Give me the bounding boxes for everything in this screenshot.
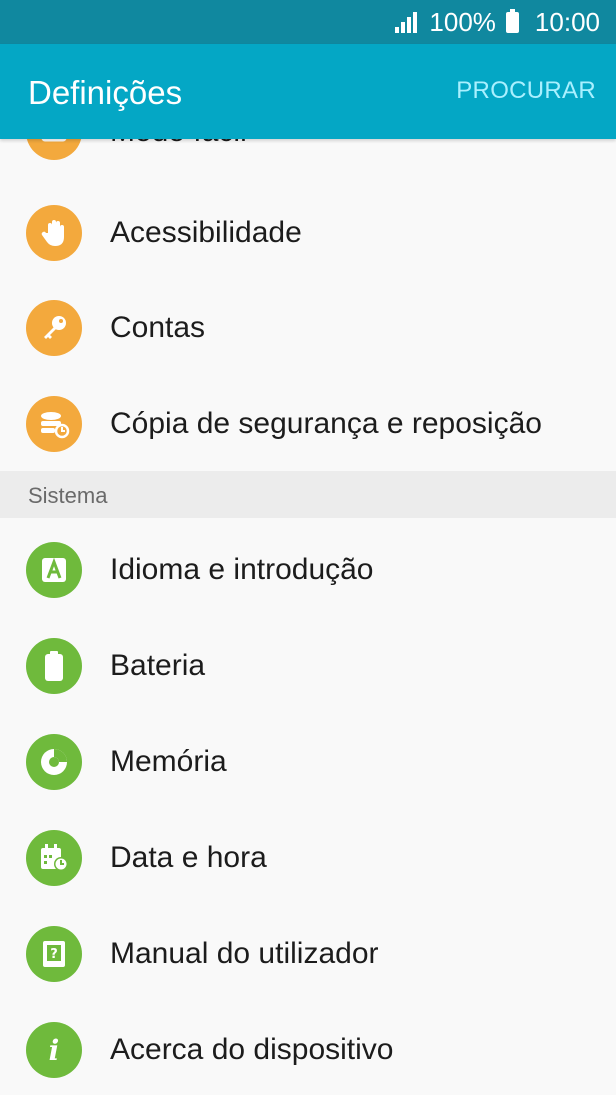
list-item-label: Idioma e introdução — [110, 553, 374, 586]
list-item-label: Memória — [110, 745, 227, 778]
page-title: Definições — [28, 74, 183, 111]
list-item-label: Contas — [110, 311, 206, 344]
list-item-accounts[interactable]: Contas — [0, 280, 616, 376]
list-item-accessibility[interactable]: Acessibilidade — [0, 185, 616, 281]
battery-status-icon — [505, 8, 519, 33]
signal-icon — [393, 11, 418, 33]
calendar-clock-icon — [26, 830, 82, 886]
list-item-user-manual[interactable]: ? Manual do utilizador — [0, 906, 616, 1002]
list-item-label: Bateria — [110, 649, 206, 682]
battery-percent: 100% — [429, 6, 496, 37]
manual-icon: ? — [26, 926, 82, 982]
list-item-battery[interactable]: Bateria — [0, 618, 616, 714]
svg-text:i: i — [49, 1035, 60, 1065]
storage-icon — [26, 734, 82, 790]
status-bar: 100% 10:00 — [0, 0, 616, 44]
list-item-label: Manual do utilizador — [110, 937, 379, 970]
list-item-backup-reset[interactable]: Cópia de segurança e reposição — [0, 376, 616, 472]
key-icon — [26, 300, 82, 356]
section-header-system: Sistema — [0, 471, 616, 518]
settings-list[interactable]: Modo fácil Acessibilidade Contas Cópia d… — [0, 139, 616, 1095]
easy-mode-icon — [26, 139, 82, 160]
clock: 10:00 — [534, 6, 600, 37]
list-item-language-input[interactable]: Idioma e introdução — [0, 522, 616, 618]
app-bar: Definições PROCURAR — [0, 44, 616, 139]
list-item-label: Cópia de segurança e reposição — [110, 407, 542, 440]
battery-icon — [26, 638, 82, 694]
list-item-label: Acerca do dispositivo — [110, 1033, 394, 1066]
svg-text:?: ? — [50, 947, 58, 962]
language-icon — [26, 542, 82, 598]
hand-icon — [26, 205, 82, 261]
section-title: Sistema — [28, 483, 108, 508]
search-button[interactable]: PROCURAR — [456, 77, 596, 105]
info-icon: i — [26, 1022, 82, 1078]
list-item-label: Modo fácil — [110, 139, 247, 149]
list-item-about-device[interactable]: i Acerca do dispositivo — [0, 1002, 616, 1095]
backup-icon — [26, 396, 82, 452]
list-item-easy-mode[interactable]: Modo fácil — [0, 139, 616, 180]
list-item-label: Data e hora — [110, 841, 267, 874]
list-item-date-time[interactable]: Data e hora — [0, 810, 616, 906]
list-item-storage[interactable]: Memória — [0, 714, 616, 810]
list-item-label: Acessibilidade — [110, 216, 302, 249]
